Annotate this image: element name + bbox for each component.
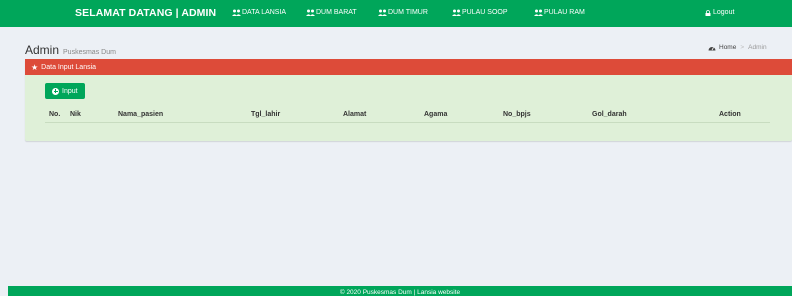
table-divider (45, 122, 770, 123)
box-title: Data Input Lansia (41, 63, 97, 71)
nav-pulau-soop[interactable]: PULAU SOOP (452, 9, 508, 16)
breadcrumb: Home > Admin (708, 44, 767, 51)
data-input-box: ★ Data Input Lansia Input No. Nik Nama_p… (25, 59, 792, 141)
input-button[interactable]: Input (45, 83, 85, 99)
logout-button[interactable]: Logout (705, 9, 734, 16)
lock-icon (705, 9, 711, 16)
column-header: Tgl_lahir (251, 111, 281, 118)
logout-label: Logout (713, 9, 735, 16)
nav-dum-timur[interactable]: DUM TIMUR (378, 9, 428, 16)
column-header: Agama (424, 111, 448, 118)
nav-label: PULAU SOOP (462, 9, 508, 16)
top-navbar: SELAMAT DATANG | ADMIN DATA LANSIA DUM B… (0, 0, 792, 27)
users-icon (534, 9, 543, 16)
nav-dum-barat[interactable]: DUM BARAT (306, 9, 357, 16)
users-icon (232, 9, 241, 16)
breadcrumb-current: Admin (748, 44, 767, 51)
brand-title: SELAMAT DATANG | ADMIN (75, 7, 217, 19)
nav-label: DUM TIMUR (388, 9, 428, 16)
box-header: ★ Data Input Lansia (25, 59, 792, 75)
users-icon (378, 9, 387, 16)
page-header: Admin Puskesmas Dum (25, 41, 116, 59)
page-subtitle: Puskesmas Dum (63, 49, 116, 56)
nav-label: PULAU RAM (544, 9, 585, 16)
column-header: No. (49, 111, 61, 118)
column-header: Alamat (343, 111, 367, 118)
column-header: Nik (70, 111, 81, 118)
nav-label: DATA LANSIA (242, 9, 287, 16)
column-header: Gol_darah (592, 111, 627, 118)
plus-circle-icon (52, 87, 59, 95)
nav-pulau-ram[interactable]: PULAU RAM (534, 9, 585, 16)
nav-label: DUM BARAT (316, 9, 357, 16)
nav-data-lansia[interactable]: DATA LANSIA (232, 9, 286, 16)
column-header: No_bpjs (503, 111, 531, 118)
column-header: Nama_pasien (118, 111, 164, 118)
users-icon (452, 9, 461, 16)
dashboard-icon (708, 46, 716, 50)
column-header: Action (719, 111, 741, 118)
breadcrumb-separator: > (740, 44, 745, 51)
star-icon: ★ (31, 62, 39, 72)
input-button-label: Input (62, 87, 78, 95)
page-title: Admin (25, 43, 60, 57)
footer-text: © 2020 Puskesmas Dum | Lansia website (339, 289, 461, 296)
users-icon (306, 9, 315, 16)
footer: © 2020 Puskesmas Dum | Lansia website (8, 286, 792, 296)
breadcrumb-home[interactable]: Home (719, 44, 736, 51)
